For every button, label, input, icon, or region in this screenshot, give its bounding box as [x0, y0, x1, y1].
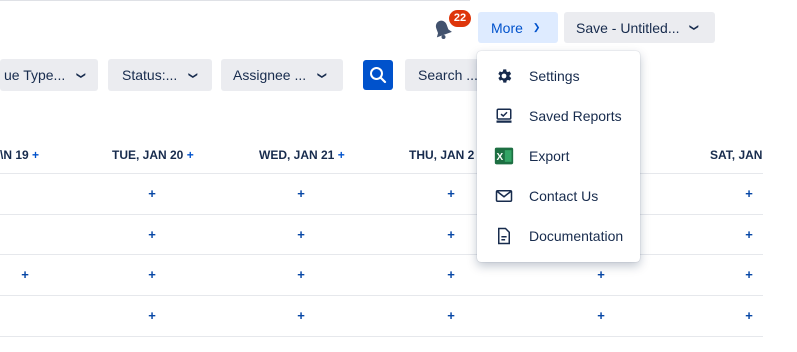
- calendar-row-divider: [0, 214, 763, 215]
- day-header-mon: \N 19 +: [0, 148, 40, 162]
- menu-item-label: Contact Us: [529, 188, 599, 204]
- add-event-button[interactable]: +: [146, 268, 158, 281]
- chevron-down-icon: ❯: [76, 71, 87, 79]
- more-button[interactable]: More ❯: [478, 12, 558, 43]
- search-input-label: Search ...: [418, 67, 478, 83]
- day-header-tue: TUE, JAN 20 +: [112, 148, 194, 162]
- add-event-button[interactable]: +: [743, 228, 755, 241]
- add-event-button[interactable]: +: [146, 228, 158, 241]
- chevron-down-icon: ❯: [188, 71, 199, 79]
- day-header-sat: SAT, JAN: [710, 148, 763, 162]
- add-event-button[interactable]: +: [445, 187, 457, 200]
- add-event-button[interactable]: +: [19, 268, 31, 281]
- menu-item-settings[interactable]: Settings: [477, 56, 640, 96]
- add-event-button[interactable]: +: [445, 228, 457, 241]
- chevron-down-icon: ❯: [317, 71, 328, 79]
- menu-item-export[interactable]: X Export: [477, 136, 640, 176]
- gear-icon: [494, 66, 514, 86]
- add-event-button[interactable]: +: [445, 268, 457, 281]
- add-event-button[interactable]: +: [743, 268, 755, 281]
- add-event-button[interactable]: +: [146, 187, 158, 200]
- issue-type-filter[interactable]: ue Type... ❯: [0, 59, 98, 91]
- assignee-filter-label: Assignee ...: [233, 67, 307, 83]
- chevron-down-icon: ❯: [688, 23, 699, 32]
- add-event-icon[interactable]: +: [32, 148, 39, 162]
- mail-icon: [494, 186, 514, 206]
- add-event-button[interactable]: +: [146, 309, 158, 322]
- add-event-button[interactable]: +: [595, 268, 607, 281]
- add-event-button[interactable]: +: [295, 268, 307, 281]
- svg-text:X: X: [496, 152, 503, 163]
- day-header-thu: THU, JAN 2: [409, 148, 475, 162]
- menu-item-label: Saved Reports: [529, 108, 622, 124]
- add-event-icon[interactable]: +: [187, 148, 194, 162]
- document-icon: [494, 226, 514, 246]
- menu-item-saved-reports[interactable]: Saved Reports: [477, 96, 640, 136]
- menu-item-contact-us[interactable]: Contact Us: [477, 176, 640, 216]
- search-button[interactable]: [363, 60, 393, 90]
- day-header-wed: WED, JAN 21 +: [259, 148, 345, 162]
- assignee-filter[interactable]: Assignee ... ❯: [221, 59, 343, 91]
- add-event-button[interactable]: +: [595, 309, 607, 322]
- menu-item-label: Export: [529, 148, 570, 164]
- more-button-label: More: [491, 19, 523, 36]
- calendar-row-divider: [0, 254, 763, 255]
- calendar-row-divider: [0, 336, 763, 337]
- menu-item-label: Settings: [529, 68, 580, 84]
- add-event-button[interactable]: +: [295, 228, 307, 241]
- add-event-button[interactable]: +: [743, 187, 755, 200]
- calendar-row-divider: [0, 295, 763, 296]
- add-event-button[interactable]: +: [743, 309, 755, 322]
- save-report-button[interactable]: Save - Untitled... ❯: [564, 12, 715, 43]
- issue-type-filter-label: ue Type...: [4, 67, 66, 83]
- excel-icon: X: [494, 146, 514, 166]
- menu-item-documentation[interactable]: Documentation: [477, 216, 640, 256]
- search-icon: [370, 67, 387, 84]
- save-button-label: Save - Untitled...: [576, 19, 680, 36]
- more-dropdown-menu: Settings Saved Reports X Export Contact …: [477, 51, 640, 262]
- status-filter-label: Status:...: [122, 67, 178, 83]
- add-event-icon[interactable]: +: [338, 148, 345, 162]
- add-event-button[interactable]: +: [445, 309, 457, 322]
- add-event-button[interactable]: +: [295, 187, 307, 200]
- chevron-down-icon: ❯: [532, 22, 541, 32]
- add-event-button[interactable]: +: [295, 309, 307, 322]
- saved-reports-icon: [494, 106, 514, 126]
- menu-item-label: Documentation: [529, 228, 624, 244]
- top-divider: [0, 0, 470, 1]
- notification-count-badge: 22: [449, 10, 471, 27]
- status-filter[interactable]: Status:... ❯: [108, 59, 212, 91]
- calendar-row-divider: [0, 173, 763, 174]
